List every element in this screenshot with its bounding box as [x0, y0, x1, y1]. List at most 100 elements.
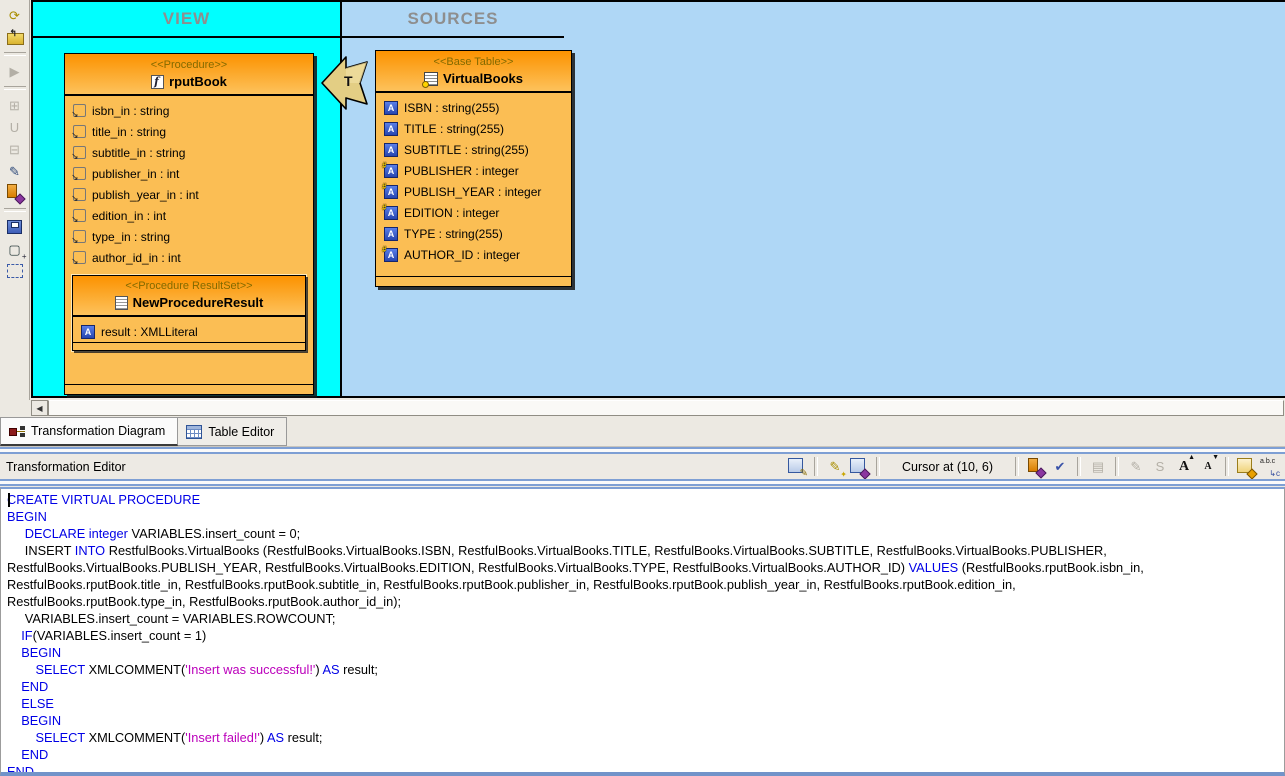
diagram-horizontal-scrollbar[interactable]: ◀	[0, 400, 1285, 417]
resultset-box[interactable]: <<Procedure ResultSet>> NewProcedureResu…	[72, 275, 306, 351]
column-row[interactable]: TYPE : string(255)	[376, 223, 571, 244]
attribute-label: AUTHOR_ID : integer	[404, 248, 520, 262]
string-display-button: S	[1149, 456, 1171, 478]
procedure-box-header[interactable]: <<Procedure>> rputBook	[65, 54, 313, 96]
input-parameter-icon	[73, 104, 86, 117]
preview-data-button: ▶	[4, 60, 26, 82]
tab-table-editor-label: Table Editor	[208, 425, 274, 439]
column-row[interactable]: AUTHOR_ID : integer	[376, 244, 571, 265]
integer-column-icon	[384, 164, 398, 178]
reconcile-button[interactable]	[1025, 456, 1047, 478]
toolbar-separator	[4, 208, 26, 212]
criteria-builder-button[interactable]	[848, 456, 870, 478]
transformation-diagram-icon	[9, 425, 25, 438]
parameter-row[interactable]: isbn_in : string	[65, 100, 313, 121]
parameter-row[interactable]: type_in : string	[65, 226, 313, 247]
toolbar-separator	[4, 52, 26, 56]
input-parameter-icon	[73, 209, 86, 222]
text-caret	[8, 493, 10, 507]
string-column-icon	[384, 143, 398, 157]
parameter-row[interactable]: edition_in : int	[65, 205, 313, 226]
tab-transformation-diagram-label: Transformation Diagram	[31, 424, 165, 438]
parameter-row[interactable]: title_in : string	[65, 121, 313, 142]
integer-column-icon	[384, 206, 398, 220]
string-column-icon	[384, 227, 398, 241]
supports-update-button: ✎	[1125, 456, 1147, 478]
reconcile-transformation-button[interactable]	[4, 182, 26, 204]
up-package-diagram-button[interactable]	[4, 26, 26, 48]
transformation-diagram-canvas[interactable]: VIEW SOURCES <<Procedure>> rputBook isbn…	[31, 0, 1285, 398]
toggle-messages-button[interactable]	[1235, 456, 1257, 478]
expression-builder-button[interactable]: ✎✦	[824, 456, 846, 478]
input-parameter-icon	[73, 125, 86, 138]
transformation-arrow[interactable]: T	[320, 53, 370, 113]
transformation-arrow-label: T	[344, 73, 353, 89]
basetable-name: VirtualBooks	[443, 71, 523, 86]
toolbar-separator	[1015, 457, 1019, 476]
tab-table-editor[interactable]: Table Editor	[178, 417, 287, 446]
attribute-label: TITLE : string(255)	[404, 122, 504, 136]
transformation-editor-header: Transformation Editor ✎✦ Cursor at (10, 6…	[0, 454, 1285, 479]
input-parameter-icon	[73, 167, 86, 180]
editor-title: Transformation Editor	[6, 460, 126, 474]
column-row[interactable]: ISBN : string(255)	[376, 97, 571, 118]
sash-separator-bottom[interactable]	[0, 479, 1285, 486]
diagram-toolbar: ⟳▶⊞U⊟✎▢+	[0, 0, 30, 400]
increase-font-button[interactable]: A▲	[1173, 456, 1195, 478]
diagram-selection-button[interactable]	[4, 260, 26, 282]
parameter-row[interactable]: publish_year_in : int	[65, 184, 313, 205]
input-parameter-icon	[73, 188, 86, 201]
attribute-label: EDITION : integer	[404, 206, 499, 220]
attribute-label: edition_in : int	[92, 209, 166, 223]
cursor-position-status: Cursor at (10, 6)	[886, 460, 1009, 474]
procedure-box-rputbook[interactable]: <<Procedure>> rputBook isbn_in : string t…	[64, 53, 314, 395]
attribute-label: PUBLISH_YEAR : integer	[404, 185, 541, 199]
column-row[interactable]: result : XMLLiteral	[73, 321, 305, 342]
scroll-left-button[interactable]: ◀	[31, 400, 48, 416]
parameter-row[interactable]: author_id_in : int	[65, 247, 313, 268]
attribute-label: SUBTITLE : string(255)	[404, 143, 529, 157]
procedure-name: rputBook	[169, 74, 227, 89]
refresh-diagram-button[interactable]: ⟳	[4, 4, 26, 26]
parameter-row[interactable]: subtitle_in : string	[65, 142, 313, 163]
procedure-stereotype: <<Procedure>>	[65, 54, 313, 71]
parameter-row[interactable]: publisher_in : int	[65, 163, 313, 184]
decrease-font-button[interactable]: A▼	[1197, 456, 1219, 478]
sql-editor[interactable]: CREATE VIRTUAL PROCEDUREBEGIN DECLARE in…	[0, 487, 1285, 776]
basetable-box-virtualbooks[interactable]: <<Base Table>> VirtualBooks ISBN : strin…	[375, 50, 572, 287]
resultset-name: NewProcedureResult	[133, 295, 264, 310]
string-column-icon	[384, 101, 398, 115]
integer-column-icon	[384, 248, 398, 262]
sort-columns-button[interactable]: a.b.c↳c	[1259, 456, 1281, 478]
new-sibling-button[interactable]: ▢+	[4, 238, 26, 260]
save-diagram-image-button[interactable]	[4, 216, 26, 238]
resultset-box-footer	[73, 342, 305, 350]
string-column-icon	[81, 325, 95, 339]
sql-template-button[interactable]	[786, 456, 808, 478]
attribute-label: publisher_in : int	[92, 167, 179, 181]
column-row[interactable]: SUBTITLE : string(255)	[376, 139, 571, 160]
resultset-column-list: result : XMLLiteral	[73, 317, 305, 342]
column-row[interactable]: PUBLISHER : integer	[376, 160, 571, 181]
attribute-label: publish_year_in : int	[92, 188, 199, 202]
column-row[interactable]: TITLE : string(255)	[376, 118, 571, 139]
string-column-icon	[384, 122, 398, 136]
basetable-box-header[interactable]: <<Base Table>> VirtualBooks	[376, 51, 571, 93]
validate-sql-button[interactable]: ✔	[1049, 456, 1071, 478]
procedure-parameter-list: isbn_in : string title_in : string subtitl…	[65, 96, 313, 268]
table-editor-icon	[186, 425, 202, 439]
resultset-stereotype: <<Procedure ResultSet>>	[73, 276, 305, 292]
scrollbar-thumb[interactable]	[48, 400, 1284, 416]
expand-select-button: ▤	[1087, 456, 1109, 478]
add-union-source-button: U	[4, 116, 26, 138]
attribute-label: isbn_in : string	[92, 104, 169, 118]
resultset-box-header[interactable]: <<Procedure ResultSet>> NewProcedureResu…	[73, 276, 305, 317]
tab-transformation-diagram[interactable]: Transformation Diagram	[0, 417, 178, 446]
attribute-label: title_in : string	[92, 125, 166, 139]
diagram-notation-button[interactable]: ✎	[4, 160, 26, 182]
column-row[interactable]: EDITION : integer	[376, 202, 571, 223]
sash-separator-top[interactable]	[0, 447, 1285, 454]
attribute-label: subtitle_in : string	[92, 146, 185, 160]
column-row[interactable]: PUBLISH_YEAR : integer	[376, 181, 571, 202]
sql-text: CREATE VIRTUAL PROCEDUREBEGIN DECLARE in…	[7, 491, 1284, 776]
